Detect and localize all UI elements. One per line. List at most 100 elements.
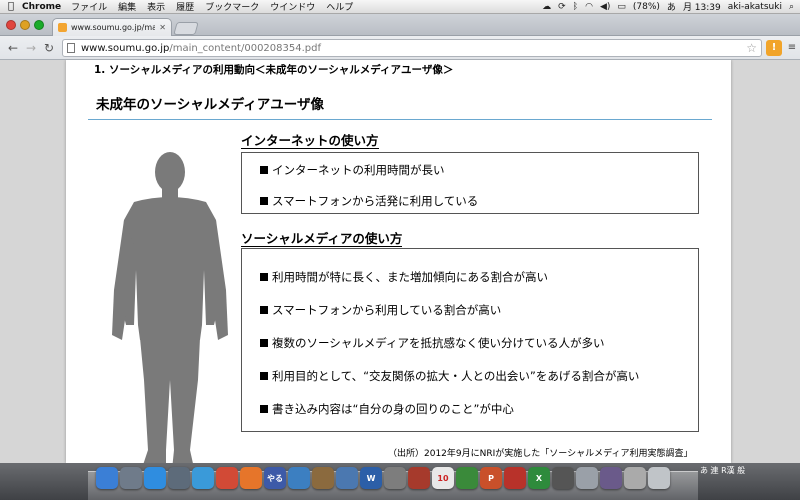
- person-silhouette-icon: [112, 152, 228, 463]
- user-name[interactable]: aki-akatsuki: [728, 2, 782, 12]
- input-method-palette[interactable]: あ 連 R漢 般: [700, 465, 745, 476]
- address-bar[interactable]: www.soumu.go.jp /main_content/000208354.…: [62, 39, 762, 57]
- dock-chrome-icon[interactable]: [216, 467, 238, 489]
- bullet-square-icon: [260, 273, 268, 281]
- new-tab-button[interactable]: [173, 22, 199, 35]
- internet-usage-box: インターネットの利用時間が長い スマートフォンから活発に利用している: [241, 152, 699, 214]
- url-path: /main_content/000208354.pdf: [169, 42, 321, 54]
- menu-bookmarks[interactable]: ブックマーク: [205, 0, 259, 13]
- list-item: 書き込み内容は“自分の身の回りのこと”が中心: [260, 401, 514, 417]
- dock-app7-icon[interactable]: [504, 467, 526, 489]
- tab-pdf[interactable]: www.soumu.go.jp/main_c ✕: [52, 18, 172, 36]
- bullet-square-icon: [260, 197, 268, 205]
- dock-app5-icon[interactable]: [408, 467, 430, 489]
- url-host: www.soumu.go.jp: [81, 42, 170, 54]
- menu-help[interactable]: ヘルプ: [326, 0, 353, 13]
- battery-icon[interactable]: ▭: [617, 2, 626, 12]
- zoom-window-button[interactable]: [34, 20, 44, 30]
- dock-finder-icon[interactable]: [96, 467, 118, 489]
- dock-word-icon[interactable]: W: [360, 467, 382, 489]
- dock-icons: やる W 10 P X: [96, 467, 670, 489]
- input-method-indicator[interactable]: あ: [667, 0, 676, 13]
- wifi-icon[interactable]: ◠: [585, 2, 593, 12]
- bluetooth-icon[interactable]: ᛒ: [573, 2, 578, 12]
- favicon-icon: [58, 23, 67, 32]
- dock-appstore-icon[interactable]: [144, 467, 166, 489]
- source-note: （出所）2012年9月にNRIが実施した「ソーシャルメディア利用実態調査」: [388, 449, 693, 459]
- bullet-text: 書き込み内容は“自分の身の回りのこと”が中心: [272, 402, 514, 416]
- slide-title: 未成年のソーシャルメディアユーザ像: [96, 97, 325, 113]
- dock-firefox-icon[interactable]: [240, 467, 262, 489]
- page-icon: [67, 43, 75, 53]
- window-controls: [6, 20, 44, 30]
- dock-app4-icon[interactable]: [384, 467, 406, 489]
- social-usage-label: ソーシャルメディアの使い方: [241, 231, 403, 247]
- dock-app10-icon[interactable]: [600, 467, 622, 489]
- forward-arrow-icon[interactable]: →: [22, 41, 40, 55]
- wrench-menu-icon[interactable]: ≡: [784, 40, 800, 56]
- list-item: スマートフォンから活発に利用している: [260, 193, 478, 209]
- list-item: スマートフォンから利用している割合が高い: [260, 302, 501, 318]
- dock-itunes-icon[interactable]: [288, 467, 310, 489]
- menu-file[interactable]: ファイル: [71, 0, 107, 13]
- list-item: 利用目的として、“交友関係の拡大・人との出会い”をあげる割合が高い: [260, 368, 639, 384]
- dock-app2-icon[interactable]: [312, 467, 334, 489]
- tab-strip: www.soumu.go.jp/main_c ✕: [0, 14, 800, 36]
- volume-icon[interactable]: ◀): [600, 2, 610, 12]
- pdf-page: 1. ソーシャルメディアの利用動向＜未成年のソーシャルメディアユーザ像＞ 未成年…: [66, 60, 731, 463]
- menu-window[interactable]: ウインドウ: [270, 0, 315, 13]
- title-divider: [88, 119, 712, 120]
- cloud-icon[interactable]: ☁: [542, 2, 551, 12]
- menu-view[interactable]: 表示: [147, 0, 165, 13]
- close-tab-icon[interactable]: ✕: [159, 23, 166, 32]
- dock-safari-icon[interactable]: [192, 467, 214, 489]
- bullet-text: スマートフォンから活発に利用している: [272, 194, 479, 208]
- dock-excel-icon[interactable]: X: [528, 467, 550, 489]
- list-item: 複数のソーシャルメディアを抵抗感なく使い分けている人が多い: [260, 335, 604, 351]
- dock-app-icon[interactable]: [120, 467, 142, 489]
- spotlight-search-icon[interactable]: ⌕: [789, 2, 794, 12]
- extension-icon[interactable]: !: [766, 40, 782, 56]
- dock-calendar-icon[interactable]: 10: [432, 467, 454, 489]
- dock: やる W 10 P X あ 連 R漢 般: [0, 463, 800, 500]
- list-item: 利用時間が特に長く、また増加傾向にある割合が高い: [260, 269, 548, 285]
- list-item: インターネットの利用時間が長い: [260, 162, 445, 178]
- battery-percent: (78%): [632, 1, 660, 12]
- bullet-text: 利用目的として、“交友関係の拡大・人との出会い”をあげる割合が高い: [272, 369, 640, 383]
- dock-trash-icon[interactable]: [648, 467, 670, 489]
- browser-toolbar: ← → ↻ www.soumu.go.jp /main_content/0002…: [0, 36, 800, 60]
- bullet-text: インターネットの利用時間が長い: [272, 163, 445, 177]
- social-usage-box: 利用時間が特に長く、また増加傾向にある割合が高い スマートフォンから利用している…: [241, 248, 699, 432]
- menu-history[interactable]: 履歴: [176, 0, 194, 13]
- bullet-square-icon: [260, 166, 268, 174]
- dock-app8-icon[interactable]: [552, 467, 574, 489]
- dock-powerpoint-icon[interactable]: P: [480, 467, 502, 489]
- sync-icon[interactable]: ⟳: [558, 2, 566, 12]
- dock-yaruki-icon[interactable]: やる: [264, 467, 286, 489]
- dock-app9-icon[interactable]: [576, 467, 598, 489]
- bullet-square-icon: [260, 306, 268, 314]
- close-window-button[interactable]: [6, 20, 16, 30]
- minimize-window-button[interactable]: [20, 20, 30, 30]
- bullet-square-icon: [260, 339, 268, 347]
- dock-preview-icon[interactable]: [168, 467, 190, 489]
- app-menu[interactable]: Chrome: [22, 2, 61, 12]
- menu-clock[interactable]: 月 13:39: [683, 0, 721, 13]
- dock-app3-icon[interactable]: [336, 467, 358, 489]
- section-heading: 1. ソーシャルメディアの利用動向＜未成年のソーシャルメディアユーザ像＞: [94, 64, 454, 76]
- internet-usage-label: インターネットの使い方: [241, 133, 379, 149]
- bullet-text: スマートフォンから利用している割合が高い: [272, 303, 502, 317]
- status-area: ☁ ⟳ ᛒ ◠ ◀) ▭ (78%) あ 月 13:39 aki-akatsuk…: [542, 0, 800, 14]
- bullet-square-icon: [260, 405, 268, 413]
- dock-app6-icon[interactable]: [456, 467, 478, 489]
- pdf-viewport[interactable]: 1. ソーシャルメディアの利用動向＜未成年のソーシャルメディアユーザ像＞ 未成年…: [0, 60, 800, 463]
- reload-icon[interactable]: ↻: [40, 41, 58, 55]
- back-arrow-icon[interactable]: ←: [4, 41, 22, 55]
- bullet-text: 複数のソーシャルメディアを抵抗感なく使い分けている人が多い: [272, 336, 605, 350]
- tab-title: www.soumu.go.jp/main_c: [71, 23, 156, 32]
- apple-menu-icon[interactable]: : [0, 1, 22, 12]
- dock-app11-icon[interactable]: [624, 467, 646, 489]
- menu-edit[interactable]: 編集: [118, 0, 136, 13]
- bookmark-star-icon[interactable]: ☆: [746, 41, 757, 55]
- bullet-square-icon: [260, 372, 268, 380]
